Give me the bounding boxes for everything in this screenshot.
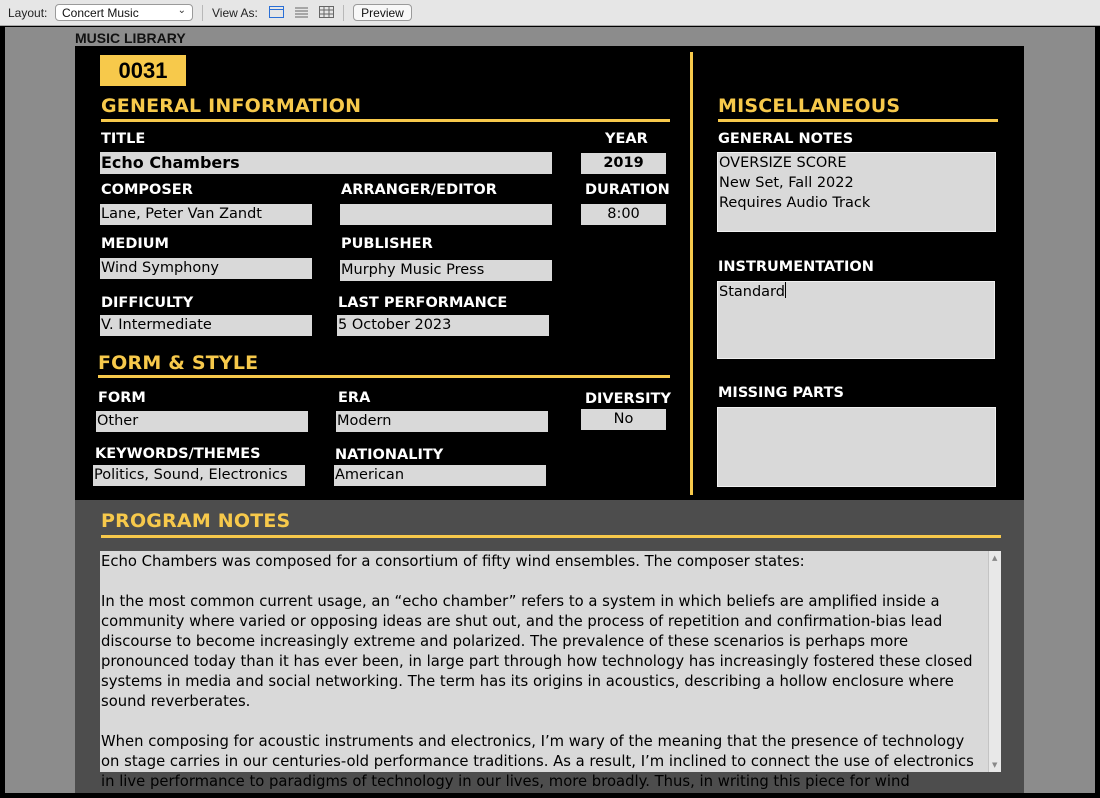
general-information-heading: GENERAL INFORMATION bbox=[101, 95, 362, 117]
program-notes-field[interactable]: Echo Chambers was composed for a consort… bbox=[100, 551, 1001, 798]
toolbar-divider bbox=[343, 5, 344, 21]
instrumentation-label: INSTRUMENTATION bbox=[718, 259, 874, 275]
last-performance-field[interactable]: 5 October 2023 bbox=[337, 315, 549, 336]
toolbar: Layout: Concert Music ⌄ View As: Preview bbox=[0, 0, 1100, 26]
program-notes-scrollbar[interactable]: ▲ ▼ bbox=[988, 551, 1001, 772]
composer-label: COMPOSER bbox=[101, 182, 193, 198]
keywords-themes-label: KEYWORDS/THEMES bbox=[95, 446, 261, 462]
difficulty-label: DIFFICULTY bbox=[101, 295, 194, 311]
layout-select[interactable]: Concert Music ⌄ bbox=[55, 4, 193, 21]
nationality-field[interactable]: American bbox=[334, 465, 546, 486]
form-style-heading: FORM & STYLE bbox=[98, 352, 259, 374]
instrumentation-field[interactable]: Standard bbox=[717, 281, 995, 359]
era-label: ERA bbox=[338, 390, 371, 406]
general-notes-label: GENERAL NOTES bbox=[718, 131, 854, 147]
toolbar-divider bbox=[202, 5, 203, 21]
layout-label: Layout: bbox=[8, 6, 48, 20]
form-view-icon[interactable] bbox=[269, 6, 284, 18]
general-information-divider bbox=[101, 119, 670, 122]
duration-label: DURATION bbox=[585, 182, 670, 198]
title-label: TITLE bbox=[101, 131, 146, 147]
text-cursor bbox=[784, 282, 786, 298]
header-bar: MUSIC LIBRARY bbox=[5, 27, 1095, 46]
keywords-themes-field[interactable]: Politics, Sound, Electronics bbox=[93, 465, 305, 486]
nationality-label: NATIONALITY bbox=[335, 447, 444, 463]
scroll-up-arrow-icon[interactable]: ▲ bbox=[992, 554, 997, 562]
arranger-editor-field[interactable] bbox=[340, 204, 552, 225]
missing-parts-field[interactable] bbox=[717, 407, 996, 487]
general-notes-field[interactable]: OVERSIZE SCORE New Set, Fall 2022 Requir… bbox=[717, 152, 996, 232]
publisher-field[interactable]: Murphy Music Press bbox=[340, 260, 552, 281]
table-view-icon[interactable] bbox=[319, 6, 334, 18]
view-as-label: View As: bbox=[212, 6, 258, 20]
layout-select-value: Concert Music bbox=[62, 6, 139, 20]
year-label: YEAR bbox=[605, 131, 648, 147]
medium-field[interactable]: Wind Symphony bbox=[100, 258, 312, 279]
program-notes-text: Echo Chambers was composed for a consort… bbox=[101, 553, 974, 798]
last-performance-label: LAST PERFORMANCE bbox=[338, 295, 508, 311]
chevron-down-icon: ⌄ bbox=[177, 5, 186, 16]
preview-button[interactable]: Preview bbox=[353, 4, 412, 21]
program-notes-divider bbox=[101, 535, 1001, 538]
form-label: FORM bbox=[98, 390, 146, 406]
duration-field[interactable]: 8:00 bbox=[581, 204, 666, 225]
publisher-label: PUBLISHER bbox=[341, 236, 433, 252]
list-view-icon[interactable] bbox=[294, 6, 309, 18]
diversity-label: DIVERSITY bbox=[585, 391, 671, 407]
missing-parts-label: MISSING PARTS bbox=[718, 385, 844, 401]
diversity-field[interactable]: No bbox=[581, 409, 666, 430]
form-field[interactable]: Other bbox=[96, 411, 308, 432]
record-id-badge: 0031 bbox=[100, 55, 186, 86]
arranger-editor-label: ARRANGER/EDITOR bbox=[341, 182, 497, 198]
scroll-down-arrow-icon[interactable]: ▼ bbox=[992, 761, 997, 769]
column-divider bbox=[690, 52, 693, 495]
window-edge bbox=[1095, 27, 1100, 798]
miscellaneous-heading: MISCELLANEOUS bbox=[718, 95, 901, 117]
instrumentation-value: Standard bbox=[719, 284, 785, 300]
program-notes-heading: PROGRAM NOTES bbox=[101, 510, 291, 532]
form-style-divider bbox=[98, 375, 670, 378]
miscellaneous-divider bbox=[718, 119, 998, 122]
left-margin bbox=[5, 46, 75, 793]
year-field[interactable]: 2019 bbox=[581, 153, 666, 174]
medium-label: MEDIUM bbox=[101, 236, 169, 252]
difficulty-field[interactable]: V. Intermediate bbox=[100, 315, 312, 336]
title-field[interactable]: Echo Chambers bbox=[100, 152, 552, 174]
era-field[interactable]: Modern bbox=[336, 411, 548, 432]
composer-field[interactable]: Lane, Peter Van Zandt bbox=[100, 204, 312, 225]
right-margin bbox=[1024, 46, 1095, 793]
page-title: MUSIC LIBRARY bbox=[75, 30, 186, 46]
